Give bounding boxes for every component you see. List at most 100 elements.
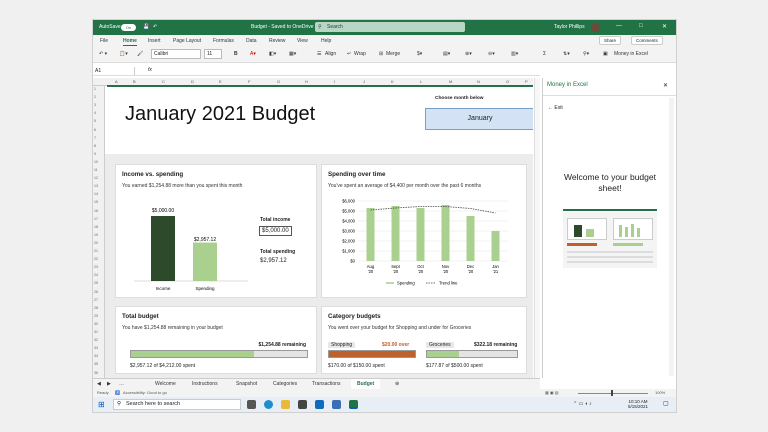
delete-icon[interactable]: ⊖▾ — [488, 51, 495, 57]
row-number[interactable]: 7 — [94, 136, 96, 140]
row-number[interactable]: 12 — [94, 176, 98, 180]
minimize-button[interactable]: — — [616, 23, 622, 29]
month-select[interactable]: January — [425, 108, 533, 130]
row-number[interactable]: 1 — [94, 87, 96, 91]
align-button[interactable]: Align — [325, 51, 336, 57]
tab-home[interactable]: Home — [123, 38, 137, 46]
row-number[interactable]: 32 — [94, 338, 98, 342]
row-number[interactable]: 24 — [94, 273, 98, 277]
sort-filter-icon[interactable]: ⇅▾ — [563, 51, 570, 57]
sheet-tab-welcome[interactable]: Welcome — [155, 381, 176, 387]
conditional-format-icon[interactable]: ▤▾ — [443, 51, 450, 57]
tab-help[interactable]: Help — [321, 38, 331, 44]
phone-icon[interactable] — [332, 400, 341, 409]
tab-formulas[interactable]: Formulas — [213, 38, 234, 44]
row-number[interactable]: 9 — [94, 152, 96, 156]
find-icon[interactable]: ⚲▾ — [583, 51, 589, 57]
row-number[interactable]: 31 — [94, 330, 98, 334]
row-number[interactable]: 20 — [94, 241, 98, 245]
row-number[interactable]: 13 — [94, 184, 98, 188]
font-size-select[interactable]: 11 — [204, 49, 222, 59]
mail-icon[interactable] — [315, 400, 324, 409]
zoom-slider[interactable] — [578, 393, 648, 394]
row-number[interactable]: 18 — [94, 225, 98, 229]
name-box[interactable]: A1 — [95, 67, 135, 75]
tab-view[interactable]: View — [297, 38, 308, 44]
system-tray-icons[interactable]: ⌃ ▭ ◖ ♪ — [573, 401, 592, 407]
accessibility-status[interactable]: Accessibility: Good to go — [123, 390, 167, 395]
column-header[interactable]: A — [115, 79, 118, 84]
row-number[interactable]: 3 — [94, 103, 96, 107]
tab-review[interactable]: Review — [269, 38, 285, 44]
comments-button[interactable]: Comments — [631, 36, 663, 45]
row-number[interactable]: 15 — [94, 200, 98, 204]
row-number[interactable]: 25 — [94, 281, 98, 285]
autosave-toggle[interactable]: On — [121, 24, 136, 31]
row-number[interactable]: 14 — [94, 192, 98, 196]
row-number[interactable]: 26 — [94, 290, 98, 294]
fill-color-icon[interactable]: ◧▾ — [269, 51, 276, 57]
row-number[interactable]: 29 — [94, 314, 98, 318]
row-number[interactable]: 30 — [94, 322, 98, 326]
row-number[interactable]: 28 — [94, 306, 98, 310]
number-format-icon[interactable]: $▾ — [417, 51, 422, 57]
row-number[interactable]: 8 — [94, 144, 96, 148]
row-number[interactable]: 6 — [94, 128, 96, 132]
autosum-button[interactable]: Σ — [543, 51, 546, 57]
row-number[interactable]: 33 — [94, 346, 98, 350]
zoom-slider-thumb[interactable] — [611, 390, 613, 396]
format-icon[interactable]: ▥▾ — [511, 51, 518, 57]
row-number[interactable]: 11 — [94, 168, 98, 172]
tab-page-layout[interactable]: Page Layout — [173, 38, 201, 44]
format-painter-icon[interactable]: 🖌 — [137, 51, 143, 57]
edge-icon[interactable] — [264, 400, 273, 409]
undo-icon[interactable]: ↶ ▾ — [99, 51, 107, 57]
column-header[interactable]: M — [449, 79, 452, 84]
row-number[interactable]: 4 — [94, 111, 96, 115]
zoom-level[interactable]: 100% — [655, 390, 665, 395]
font-color-icon[interactable]: A▾ — [250, 51, 256, 57]
exit-link[interactable]: ← Exit — [548, 105, 563, 111]
column-header[interactable]: J — [363, 79, 365, 84]
font-family-select[interactable]: Calibri — [151, 49, 201, 59]
wrap-icon[interactable]: ↵ — [347, 51, 351, 57]
file-explorer-icon[interactable] — [281, 400, 290, 409]
borders-icon[interactable]: ▦▾ — [289, 51, 296, 57]
wrap-button[interactable]: Wrap — [354, 51, 366, 57]
task-view-icon[interactable] — [247, 400, 256, 409]
column-header[interactable]: C — [162, 79, 165, 84]
row-number[interactable]: 17 — [94, 217, 98, 221]
row-number[interactable]: 2 — [94, 95, 96, 99]
row-number[interactable]: 27 — [94, 298, 98, 302]
add-sheet-icon[interactable]: ⊕ — [395, 381, 399, 387]
clock[interactable]: 10:10 AM 5/15/2021 — [628, 399, 648, 409]
row-number[interactable]: 10 — [94, 160, 98, 164]
insert-icon[interactable]: ⊕▾ — [465, 51, 472, 57]
save-icon[interactable]: 💾 — [143, 24, 149, 30]
taskbar-search[interactable]: ⚲ Search here to search — [113, 399, 241, 410]
column-header[interactable]: P — [525, 79, 528, 84]
row-number[interactable]: 23 — [94, 265, 98, 269]
row-number[interactable]: 16 — [94, 209, 98, 213]
column-header[interactable]: H — [305, 79, 308, 84]
formula-bar[interactable]: A1 fx — [93, 66, 540, 76]
column-header[interactable]: G — [277, 79, 280, 84]
column-header[interactable]: E — [219, 79, 222, 84]
merge-button[interactable]: Merge — [386, 51, 400, 57]
row-number[interactable]: 34 — [94, 354, 98, 358]
row-number[interactable]: 19 — [94, 233, 98, 237]
column-header[interactable]: F — [248, 79, 250, 84]
row-number[interactable]: 36 — [94, 371, 98, 375]
prev-sheet-icon[interactable]: ◀ — [97, 381, 101, 387]
tab-insert[interactable]: Insert — [148, 38, 161, 44]
column-header[interactable]: D — [191, 79, 194, 84]
sheet-tab-transactions[interactable]: Transactions — [312, 381, 340, 387]
column-header[interactable]: O — [506, 79, 509, 84]
windows-start-icon[interactable]: ⊞ — [98, 400, 105, 409]
vertical-scrollbar[interactable] — [534, 78, 540, 378]
avatar[interactable] — [591, 23, 600, 32]
row-number[interactable]: 5 — [94, 119, 96, 123]
row-number[interactable]: 35 — [94, 362, 98, 366]
share-button[interactable]: Share — [599, 36, 622, 45]
pane-scrollbar[interactable] — [669, 98, 674, 376]
